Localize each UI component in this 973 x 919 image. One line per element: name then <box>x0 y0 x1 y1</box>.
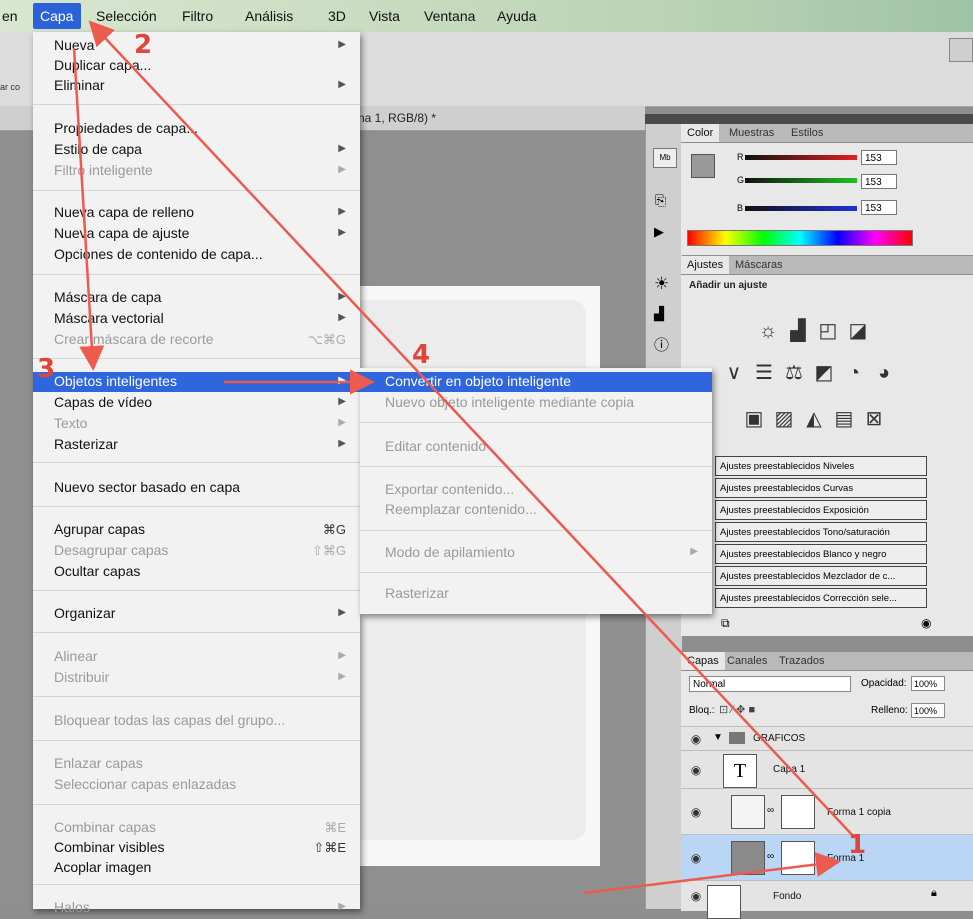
step-number-2: 2 <box>134 30 153 60</box>
arrow-step-2 <box>88 20 856 839</box>
annotation-arrows <box>72 20 856 895</box>
step-number-1: 1 <box>848 830 867 860</box>
step-number-3: 3 <box>37 354 56 384</box>
arrow-step-3 <box>72 47 105 371</box>
arrow-step-1 <box>583 852 841 895</box>
step-number-4: 4 <box>412 340 431 370</box>
